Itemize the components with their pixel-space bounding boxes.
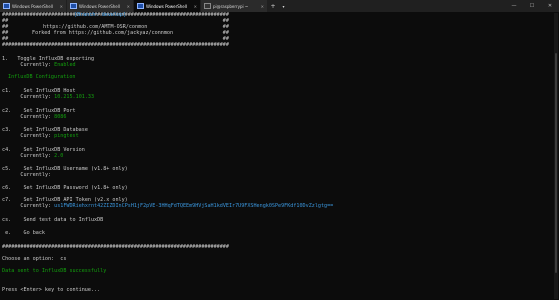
menu-item-1-status: Currently: Enabled [20, 62, 76, 68]
close-icon[interactable]: ✕ [127, 4, 130, 9]
plus-icon: + [270, 2, 276, 10]
menu-item-c2-status: Currently: 8086 [20, 114, 67, 120]
close-icon[interactable]: ✕ [60, 4, 63, 9]
tab-dropdown-button[interactable]: ▾ [279, 0, 288, 12]
scrollbar[interactable] [554, 13, 558, 299]
tab-powershell-2[interactable]: Windows PowerShell ✕ [67, 0, 133, 12]
hash-line: ########################################… [2, 42, 229, 48]
terminal-icon [204, 3, 211, 9]
close-icon[interactable]: ✕ [261, 4, 264, 9]
menu-item-c7-status: Currently: us1FWDRiehxrnt42ZIZDInCPsH1jF… [20, 203, 334, 209]
tab-label: Windows PowerShell [79, 3, 120, 9]
tab-label: Windows PowerShell [12, 3, 53, 9]
tab-label: Windows PowerShell [146, 3, 187, 9]
menu-item-e: e. Go back [5, 230, 45, 236]
new-tab-button[interactable]: + [268, 0, 278, 12]
chevron-down-icon: ▾ [282, 3, 285, 9]
menu-item-c4-status: Currently: 2.0 [20, 153, 64, 159]
tab-label: pi@raspberrypi ~ [213, 3, 249, 9]
hash-line: ########################################… [2, 244, 229, 250]
section-title: InfluxDB Configuration [8, 74, 76, 80]
tab-powershell-3[interactable]: Windows PowerShell ✕ [134, 0, 200, 12]
powershell-icon [70, 3, 77, 9]
tab-powershell-1[interactable]: Windows PowerShell ✕ [0, 0, 66, 12]
menu-item-c3-status: Currently: pingtest [20, 133, 79, 139]
close-icon[interactable]: ✕ [194, 4, 197, 9]
close-window-icon[interactable]: ✕ [541, 0, 559, 12]
menu-item-c5-status: Currently: [20, 172, 52, 178]
terminal-output[interactable]: ########################################… [0, 12, 552, 300]
scrollbar-thumb[interactable] [555, 53, 557, 273]
tab-bar: Windows PowerShell ✕ Windows PowerShell … [0, 0, 559, 12]
continue-prompt: Press <Enter> key to continue... [2, 287, 101, 293]
prompt-line: Choose an option: cs [2, 256, 67, 262]
window-controls: — ☐ ✕ [505, 0, 559, 12]
menu-item-c6: c6. Set InfluxDB Password (v1.8+ only) [2, 185, 128, 191]
maximize-icon[interactable]: ☐ [523, 0, 541, 12]
powershell-icon [137, 3, 144, 9]
menu-item-c1-status: Currently: 10.215.101.33 [20, 94, 95, 100]
minimize-icon[interactable]: — [505, 0, 523, 12]
powershell-icon [3, 3, 10, 9]
tab-ssh[interactable]: pi@raspberrypi ~ ✕ [201, 0, 267, 12]
menu-item-cs: cs. Send test data to InfluxDB [2, 217, 104, 223]
result-message: Data sent to InfluxDB successfully [2, 268, 107, 274]
